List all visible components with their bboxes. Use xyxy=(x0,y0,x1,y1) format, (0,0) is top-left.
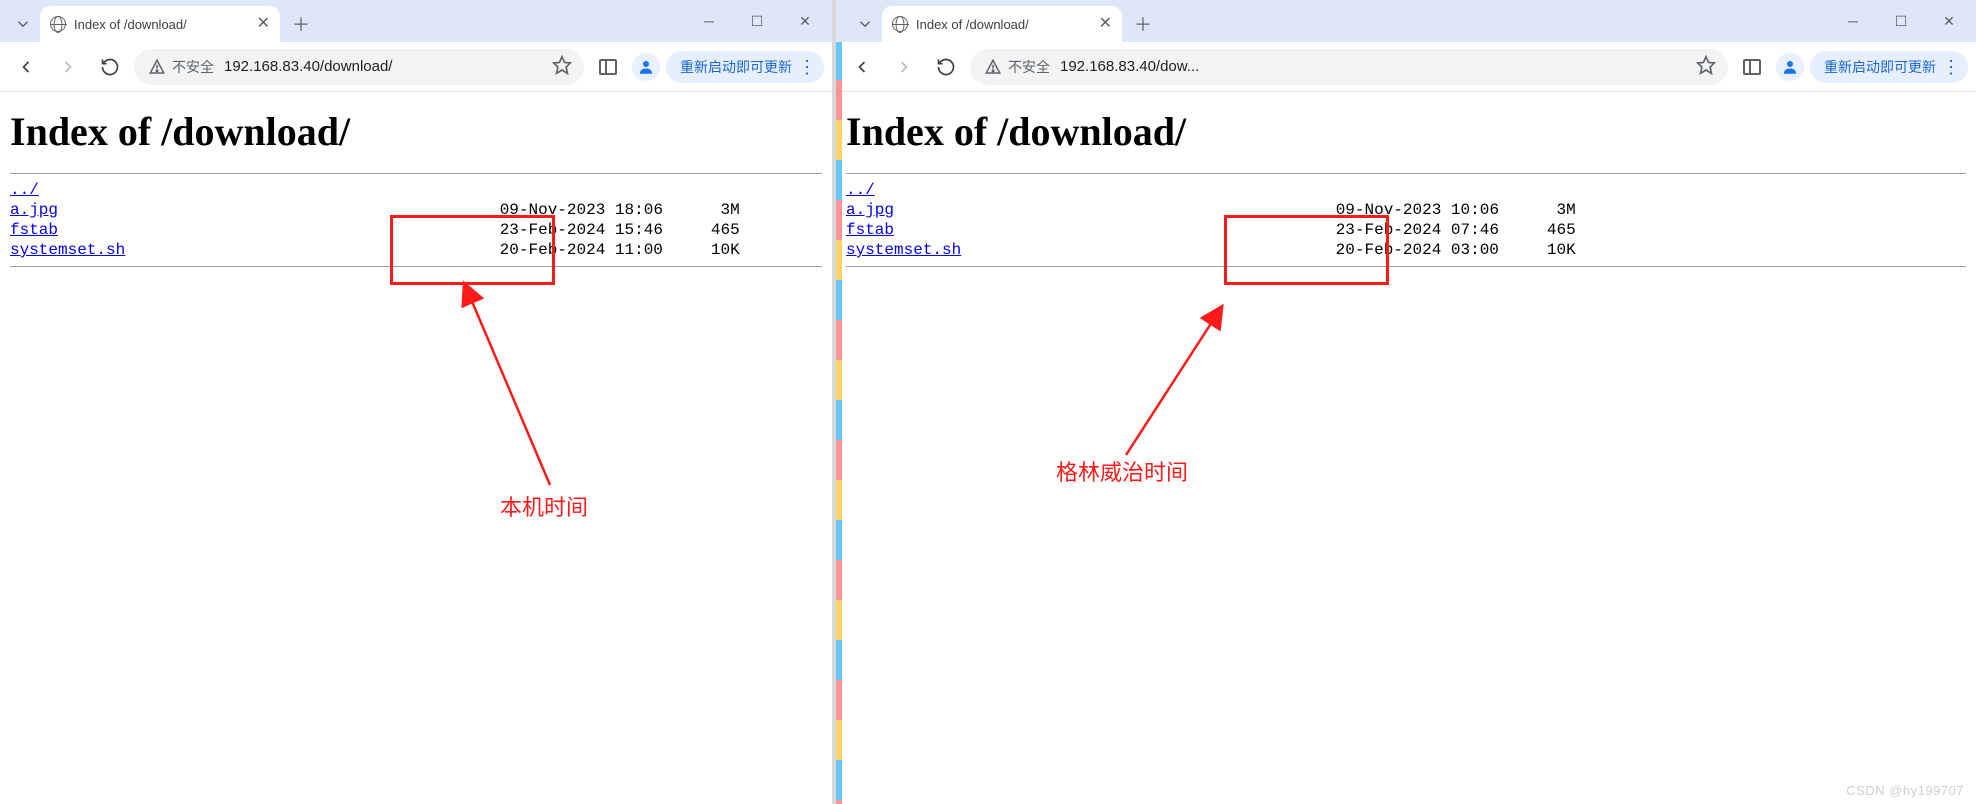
rule-bottom xyxy=(846,266,1966,267)
file-link[interactable]: systemset.sh xyxy=(10,241,125,259)
forward-button[interactable] xyxy=(50,49,86,85)
minimize-button[interactable]: ─ xyxy=(1830,6,1876,36)
security-label: 不安全 xyxy=(172,57,214,77)
menu-kebab-icon[interactable]: ⋮ xyxy=(798,58,816,76)
update-banner[interactable]: 重新启动即可更新 ⋮ xyxy=(1810,51,1968,83)
directory-listing: ../ a.jpg 09-Nov-2023 10:06 3M fstab 23-… xyxy=(846,180,1966,260)
back-button[interactable] xyxy=(844,49,880,85)
annotation-arrow xyxy=(390,280,570,500)
rule-top xyxy=(10,173,822,174)
maximize-button[interactable]: ☐ xyxy=(734,6,780,36)
tab-title: Index of /download/ xyxy=(74,17,249,32)
side-panel-button[interactable] xyxy=(590,49,626,85)
annotation-label: 格林威治时间 xyxy=(1056,455,1188,487)
tab-search-button[interactable] xyxy=(848,6,882,42)
reload-button[interactable] xyxy=(928,49,964,85)
tab-title: Index of /download/ xyxy=(916,17,1091,32)
security-chip[interactable]: 不安全 xyxy=(148,57,214,77)
globe-icon xyxy=(50,16,66,32)
tab-bar: Index of /download/ ✕ ＋ ─ ☐ ✕ xyxy=(0,0,832,42)
security-label: 不安全 xyxy=(1008,57,1050,77)
bookmark-star-icon[interactable] xyxy=(1696,55,1716,79)
menu-kebab-icon[interactable]: ⋮ xyxy=(1942,58,1960,76)
annotation-arrow xyxy=(1086,280,1336,480)
security-chip[interactable]: 不安全 xyxy=(984,57,1050,77)
toolbar: 不安全 192.168.83.40/dow... 重新启动即可更新 ⋮ xyxy=(836,42,1976,92)
file-link[interactable]: fstab xyxy=(846,221,894,239)
browser-window-left: Index of /download/ ✕ ＋ ─ ☐ ✕ xyxy=(0,0,836,804)
forward-button[interactable] xyxy=(886,49,922,85)
tab-search-button[interactable] xyxy=(6,6,40,42)
browser-window-right: Index of /download/ ✕ ＋ ─ ☐ ✕ xyxy=(836,0,1976,804)
directory-listing: ../ a.jpg 09-Nov-2023 18:06 3M fstab 23-… xyxy=(10,180,822,260)
window-controls: ─ ☐ ✕ xyxy=(686,0,828,42)
close-window-button[interactable]: ✕ xyxy=(782,6,828,36)
address-bar[interactable]: 不安全 192.168.83.40/download/ xyxy=(134,49,584,85)
close-window-button[interactable]: ✕ xyxy=(1926,6,1972,36)
close-tab-button[interactable]: ✕ xyxy=(1099,16,1112,32)
parent-dir-link[interactable]: ../ xyxy=(10,181,39,199)
toolbar: 不安全 192.168.83.40/download/ 重新启动即可更新 ⋮ xyxy=(0,42,832,92)
update-banner[interactable]: 重新启动即可更新 ⋮ xyxy=(666,51,824,83)
profile-avatar[interactable] xyxy=(632,53,660,81)
rule-bottom xyxy=(10,266,822,267)
update-label: 重新启动即可更新 xyxy=(1824,57,1936,77)
maximize-button[interactable]: ☐ xyxy=(1878,6,1924,36)
tab-bar: Index of /download/ ✕ ＋ ─ ☐ ✕ xyxy=(836,0,1976,42)
file-link[interactable]: fstab xyxy=(10,221,58,239)
file-link[interactable]: a.jpg xyxy=(10,201,58,219)
new-tab-button[interactable]: ＋ xyxy=(286,9,316,39)
globe-icon xyxy=(892,16,908,32)
window-controls: ─ ☐ ✕ xyxy=(1830,0,1972,42)
file-link[interactable]: systemset.sh xyxy=(846,241,961,259)
active-tab[interactable]: Index of /download/ ✕ xyxy=(882,6,1122,42)
side-panel-button[interactable] xyxy=(1734,49,1770,85)
address-bar[interactable]: 不安全 192.168.83.40/dow... xyxy=(970,49,1728,85)
page-content: Index of /download/ ../ a.jpg 09-Nov-202… xyxy=(836,92,1976,279)
bookmark-star-icon[interactable] xyxy=(552,55,572,79)
parent-dir-link[interactable]: ../ xyxy=(846,181,875,199)
file-link[interactable]: a.jpg xyxy=(846,201,894,219)
close-tab-button[interactable]: ✕ xyxy=(257,16,270,32)
url-text: 192.168.83.40/dow... xyxy=(1060,58,1686,75)
page-content: Index of /download/ ../ a.jpg 09-Nov-202… xyxy=(0,92,832,279)
page-heading: Index of /download/ xyxy=(10,108,822,155)
update-label: 重新启动即可更新 xyxy=(680,57,792,77)
url-text: 192.168.83.40/download/ xyxy=(224,58,542,75)
new-tab-button[interactable]: ＋ xyxy=(1128,9,1158,39)
annotation-label: 本机时间 xyxy=(500,490,588,522)
active-tab[interactable]: Index of /download/ ✕ xyxy=(40,6,280,42)
back-button[interactable] xyxy=(8,49,44,85)
page-heading: Index of /download/ xyxy=(846,108,1966,155)
profile-avatar[interactable] xyxy=(1776,53,1804,81)
reload-button[interactable] xyxy=(92,49,128,85)
minimize-button[interactable]: ─ xyxy=(686,6,732,36)
watermark: CSDN @hy199707 xyxy=(1846,783,1964,798)
rule-top xyxy=(846,173,1966,174)
